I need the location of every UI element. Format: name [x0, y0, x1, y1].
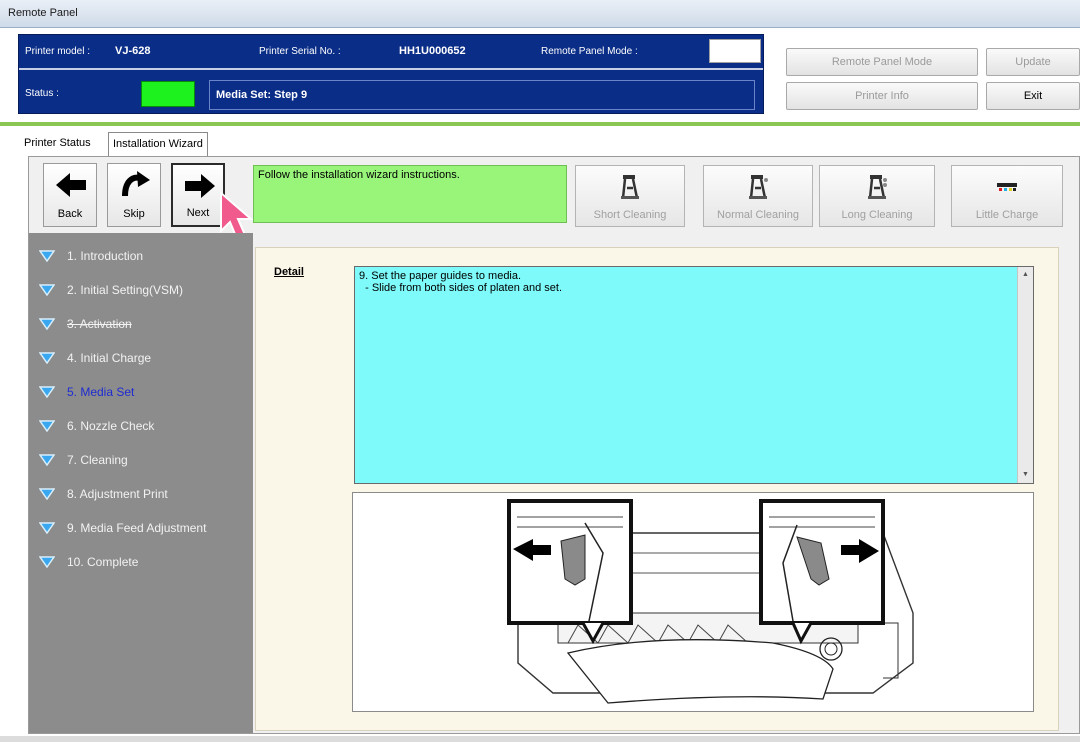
- printer-model-label: Printer model :: [25, 46, 91, 57]
- wizard-steps-sidebar: 1. Introduction 2. Initial Setting(VSM) …: [29, 233, 253, 733]
- step-label: 5. Media Set: [67, 385, 135, 399]
- little-charge-button[interactable]: Little Charge: [951, 165, 1063, 227]
- printer-model-value: VJ-628: [115, 45, 151, 57]
- triangle-down-icon: [39, 318, 55, 330]
- step-label: 2. Initial Setting(VSM): [67, 283, 184, 297]
- remote-panel-mode-button[interactable]: Remote Panel Mode: [786, 48, 978, 76]
- printer-info-panel: Printer model : VJ-628 Printer Serial No…: [18, 34, 764, 114]
- normal-cleaning-label: Normal Cleaning: [717, 209, 799, 221]
- step-label: 10. Complete: [67, 555, 139, 569]
- detail-textbox[interactable]: 9. Set the paper guides to media. - Slid…: [354, 266, 1034, 484]
- printer-info-row: Printer model : VJ-628 Printer Serial No…: [19, 35, 763, 70]
- serial-value: HH1U000652: [399, 45, 466, 57]
- detail-text: 9. Set the paper guides to media. - Slid…: [359, 270, 563, 294]
- back-label: Back: [57, 208, 83, 220]
- update-button[interactable]: Update: [986, 48, 1080, 76]
- instruction-illustration: [352, 492, 1034, 712]
- triangle-down-icon: [39, 250, 55, 262]
- step-label: 9. Media Feed Adjustment: [67, 521, 207, 535]
- status-message: Media Set: Step 9: [216, 89, 308, 101]
- print-head-icon: [868, 175, 887, 199]
- status-row: Status : Media Set: Step 9: [19, 77, 763, 113]
- triangle-down-icon: [39, 420, 55, 432]
- tab-printer-status[interactable]: Printer Status: [20, 132, 95, 156]
- triangle-down-icon: [39, 522, 55, 534]
- step-label: 8. Adjustment Print: [67, 487, 168, 501]
- ink-cartridge-icon: [997, 183, 1017, 191]
- instruction-box: Follow the installation wizard instructi…: [253, 165, 567, 223]
- short-cleaning-label: Short Cleaning: [593, 209, 667, 221]
- tab-installation-wizard[interactable]: Installation Wizard: [108, 132, 208, 156]
- scroll-up-icon[interactable]: ▲: [1018, 267, 1033, 283]
- serial-label: Printer Serial No. :: [259, 46, 341, 57]
- triangle-down-icon: [39, 454, 55, 466]
- short-cleaning-button[interactable]: Short Cleaning: [575, 165, 685, 227]
- printer-info-button[interactable]: Printer Info: [786, 82, 978, 110]
- arrow-left-icon: [56, 173, 86, 197]
- status-indicator: [141, 81, 195, 107]
- paper-guide-illustration: [507, 499, 914, 704]
- triangle-down-icon: [39, 284, 55, 296]
- header-separator: [0, 122, 1080, 126]
- window-titlebar: Remote Panel: [0, 0, 1080, 28]
- step-label: 1. Introduction: [67, 249, 144, 263]
- step-content: Detail 9. Set the paper guides to media.…: [255, 247, 1059, 731]
- step-label: 4. Initial Charge: [67, 351, 152, 365]
- status-strip: [0, 736, 1080, 742]
- step-label: 7. Cleaning: [67, 453, 128, 467]
- triangle-down-icon: [39, 488, 55, 500]
- remote-mode-indicator: [709, 39, 761, 63]
- arrow-right-icon: [185, 174, 215, 198]
- printer-header: Printer model : VJ-628 Printer Serial No…: [8, 34, 1080, 120]
- long-cleaning-button[interactable]: Long Cleaning: [819, 165, 935, 227]
- little-charge-label: Little Charge: [975, 209, 1039, 221]
- print-head-icon: [621, 175, 639, 199]
- long-cleaning-label: Long Cleaning: [841, 209, 913, 221]
- window-title: Remote Panel: [8, 7, 78, 19]
- remote-mode-label: Remote Panel Mode :: [541, 46, 638, 57]
- triangle-down-icon: [39, 556, 55, 568]
- skip-button[interactable]: Skip: [107, 163, 161, 227]
- back-button[interactable]: Back: [43, 163, 97, 227]
- status-label: Status :: [25, 88, 59, 99]
- curved-arrow-icon: [122, 171, 150, 197]
- triangle-down-icon: [39, 352, 55, 364]
- skip-label: Skip: [123, 208, 145, 220]
- triangle-down-icon: [39, 386, 55, 398]
- scroll-down-icon[interactable]: ▼: [1018, 467, 1033, 483]
- next-label: Next: [186, 207, 210, 219]
- detail-scrollbar[interactable]: ▲ ▼: [1017, 267, 1033, 483]
- status-message-box: Media Set: Step 9: [209, 80, 755, 110]
- step-label: 6. Nozzle Check: [67, 419, 155, 433]
- normal-cleaning-button[interactable]: Normal Cleaning: [703, 165, 813, 227]
- step-label: 3. Activation: [67, 317, 132, 331]
- detail-label: Detail: [274, 266, 304, 278]
- wizard-panel: Back Skip Next Follow the installation w…: [28, 156, 1080, 734]
- print-head-icon: [749, 175, 768, 199]
- exit-button[interactable]: Exit: [986, 82, 1080, 110]
